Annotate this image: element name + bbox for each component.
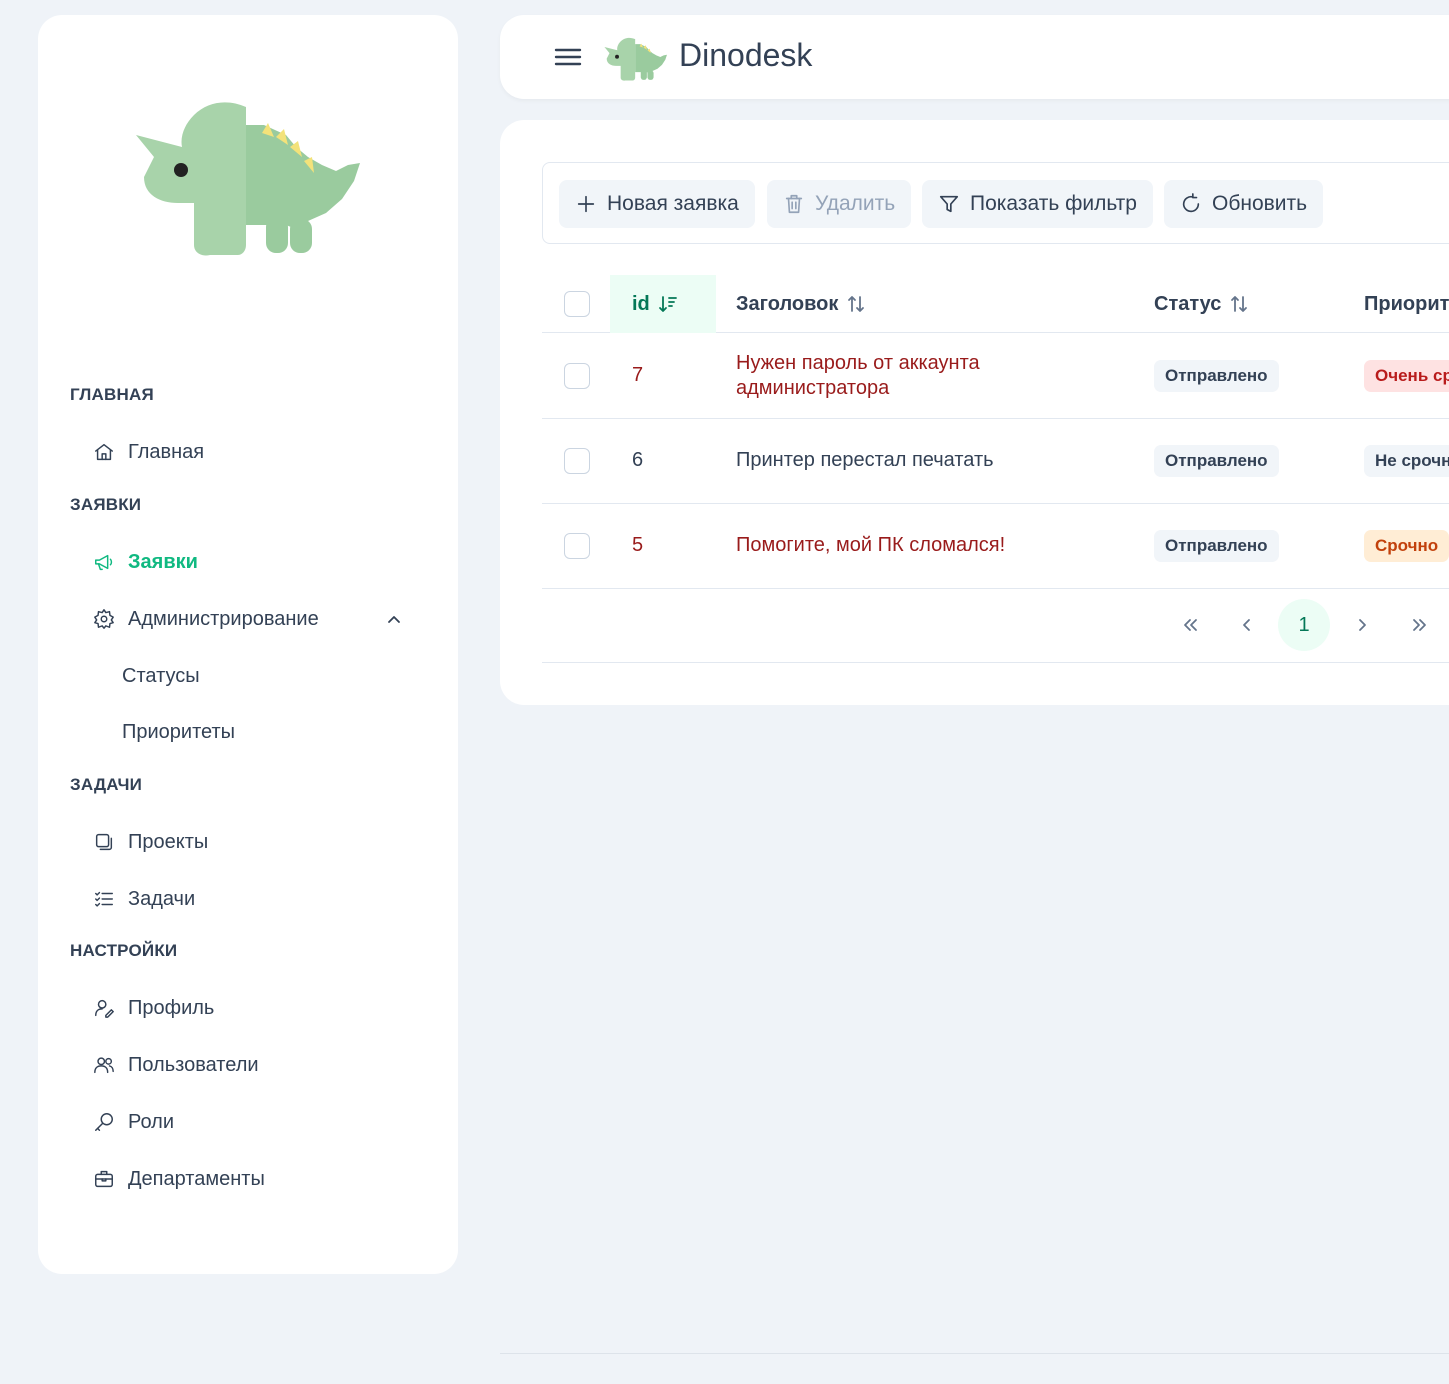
column-status-label: Статус: [1154, 292, 1222, 315]
row-title[interactable]: Принтер перестал печатать: [736, 448, 994, 473]
column-title[interactable]: Заголовок: [736, 275, 866, 333]
dino-logo: [136, 85, 362, 257]
footer-divider: [500, 1353, 1449, 1354]
chevrons-left-icon: [1184, 619, 1197, 631]
row-title-line: администратора: [736, 377, 890, 399]
prev-page-button[interactable]: [1221, 599, 1273, 651]
chevron-left-icon: [1243, 619, 1250, 631]
section-main: ГЛАВНАЯ: [70, 385, 154, 404]
show-filter-label: Показать фильтр: [970, 192, 1137, 215]
refresh-icon: [1182, 193, 1200, 213]
column-status[interactable]: Статус: [1154, 275, 1249, 333]
row-id: 6: [632, 449, 644, 471]
menu-icon[interactable]: [554, 45, 582, 69]
status-badge: Отправлено: [1154, 445, 1279, 477]
sidebar-item-label: Роли: [128, 1110, 174, 1133]
delete-button[interactable]: Удалить: [767, 180, 912, 228]
page-button-current[interactable]: 1: [1278, 599, 1330, 651]
new-request-button[interactable]: Новая заявка: [559, 180, 755, 228]
sidebar-item-projects[interactable]: Проекты: [92, 826, 208, 858]
sidebar-item-priorities[interactable]: Приоритеты: [122, 721, 235, 744]
home-icon: [92, 440, 116, 464]
row-checkbox[interactable]: [564, 363, 590, 389]
briefcase-icon: [92, 1167, 116, 1191]
row-title[interactable]: Нужен пароль от аккаунта администратора: [736, 351, 980, 401]
status-badge: Отправлено: [1154, 530, 1279, 562]
brand-name[interactable]: Dinodesk: [679, 37, 812, 74]
trash-icon: [785, 194, 803, 214]
checklist-icon: [92, 887, 116, 911]
priority-badge: Очень ср: [1364, 360, 1449, 392]
sidebar-item-departments[interactable]: Департаменты: [92, 1163, 265, 1195]
chevron-right-icon: [1359, 619, 1366, 631]
sidebar-item-label: Главная: [128, 440, 205, 463]
column-id[interactable]: id: [610, 275, 716, 333]
column-title-label: Заголовок: [736, 292, 839, 315]
sort-desc-icon: [658, 296, 677, 312]
chevrons-right-icon: [1413, 619, 1426, 631]
users-icon: [92, 1053, 116, 1077]
sidebar-item-roles[interactable]: Роли: [92, 1106, 174, 1138]
sidebar-item-label: Заявки: [128, 550, 198, 573]
sidebar-item-statuses[interactable]: Статусы: [122, 665, 200, 688]
first-page-button[interactable]: [1164, 599, 1216, 651]
row-title-line: Нужен пароль от аккаунта: [736, 352, 980, 374]
sidebar-item-label: Пользователи: [128, 1053, 259, 1076]
toolbar: Новая заявка Удалить Показать фильтр Обн…: [542, 162, 1449, 244]
status-badge: Отправлено: [1154, 360, 1279, 392]
filter-icon: [939, 195, 959, 213]
section-tasks: ЗАДАЧИ: [70, 775, 143, 794]
priority-badge: Не срочн: [1364, 445, 1449, 477]
refresh-label: Обновить: [1212, 192, 1308, 215]
pagination: 1: [542, 589, 1449, 663]
sort-icon: [1231, 296, 1248, 312]
sidebar-item-requests[interactable]: Заявки: [92, 546, 198, 578]
dino-small-logo: [604, 37, 667, 81]
priority-badge: Срочно: [1364, 530, 1449, 562]
sidebar-item-admin[interactable]: Администрирование: [92, 603, 319, 635]
sidebar-item-home[interactable]: Главная: [92, 436, 204, 468]
sidebar: ГЛАВНАЯ Главная ЗАЯВКИ Заявки Администри…: [38, 15, 458, 1274]
section-settings: НАСТРОЙКИ: [70, 941, 178, 960]
row-id: 7: [632, 364, 644, 386]
sidebar-item-label: Проекты: [128, 830, 209, 853]
row-title[interactable]: Помогите, мой ПК сломался!: [736, 533, 1005, 558]
sidebar-item-label: Профиль: [128, 996, 215, 1019]
row-checkbox[interactable]: [564, 533, 590, 559]
key-icon: [92, 1110, 116, 1134]
chevron-up-icon[interactable]: [386, 612, 402, 628]
requests-card: Новая заявка Удалить Показать фильтр Обн…: [500, 120, 1449, 705]
copy-icon: [92, 830, 116, 854]
column-priority[interactable]: Приорит: [1364, 275, 1449, 333]
sidebar-item-tasks[interactable]: Задачи: [92, 883, 195, 915]
refresh-button[interactable]: Обновить: [1164, 180, 1324, 228]
next-page-button[interactable]: [1336, 599, 1388, 651]
show-filter-button[interactable]: Показать фильтр: [922, 180, 1153, 228]
plus-icon: [577, 195, 595, 213]
last-page-button[interactable]: [1394, 599, 1446, 651]
sidebar-item-profile[interactable]: Профиль: [92, 992, 214, 1024]
row-id: 5: [632, 534, 644, 556]
table-header: id Заголовок Статус Приорит: [542, 275, 1449, 333]
sidebar-item-label: Задачи: [128, 887, 196, 910]
delete-label: Удалить: [815, 192, 896, 215]
row-checkbox[interactable]: [564, 448, 590, 474]
sort-icon: [848, 296, 865, 312]
new-request-label: Новая заявка: [607, 192, 739, 215]
column-id-label: id: [632, 292, 650, 315]
column-priority-label: Приорит: [1364, 292, 1449, 315]
sidebar-item-users[interactable]: Пользователи: [92, 1049, 259, 1081]
section-requests: ЗАЯВКИ: [70, 495, 142, 514]
select-all-checkbox[interactable]: [564, 291, 590, 317]
table-row[interactable]: 6 Принтер перестал печатать Отправлено Н…: [542, 419, 1449, 504]
gear-icon: [92, 607, 116, 631]
user-edit-icon: [92, 996, 116, 1020]
sidebar-item-label: Администрирование: [128, 607, 319, 630]
table-row[interactable]: 7 Нужен пароль от аккаунта администратор…: [542, 334, 1449, 419]
table-row[interactable]: 5 Помогите, мой ПК сломался! Отправлено …: [542, 504, 1449, 589]
sidebar-item-label: Департаменты: [128, 1167, 265, 1190]
topbar: Dinodesk: [500, 15, 1449, 99]
megaphone-icon: [92, 550, 116, 574]
